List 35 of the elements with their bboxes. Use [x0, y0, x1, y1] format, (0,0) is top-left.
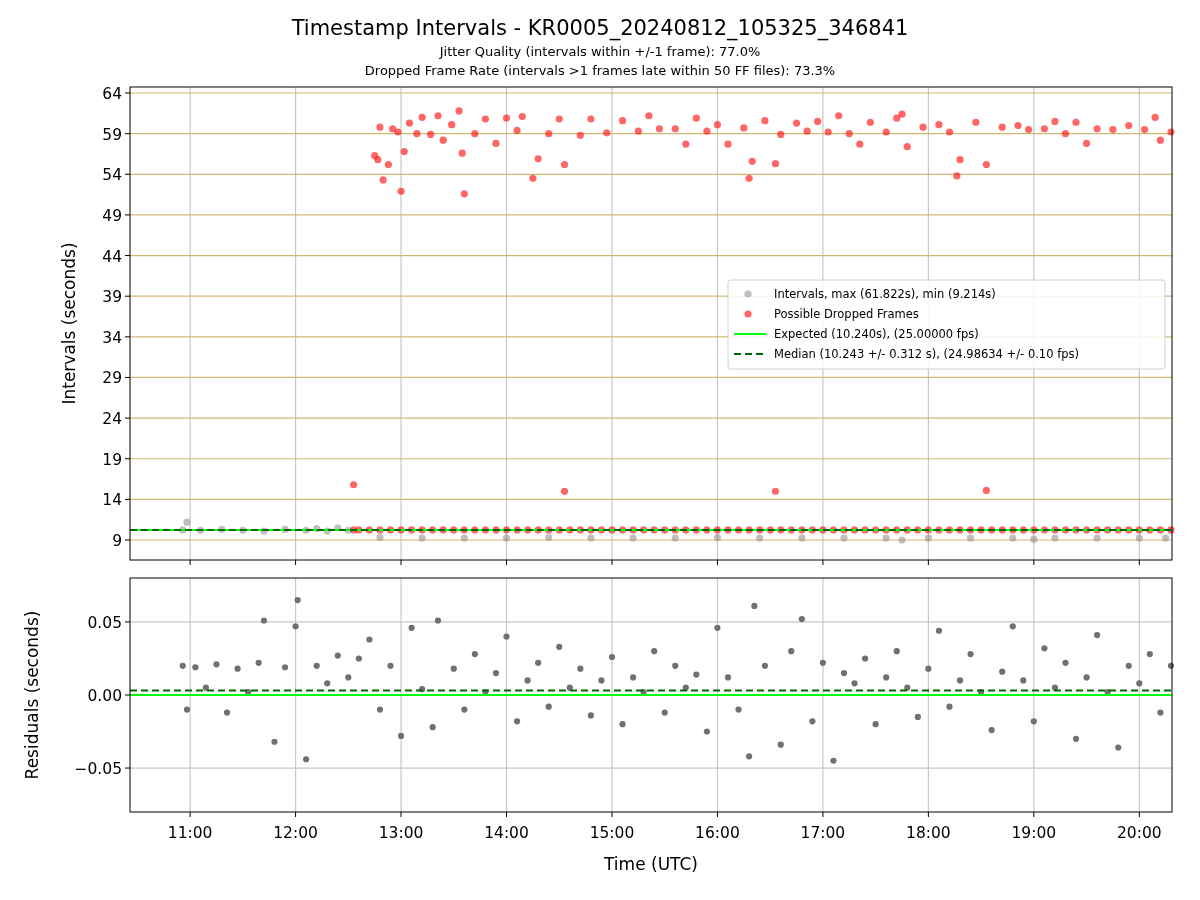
axis-tick-label: 39	[102, 288, 122, 307]
x-axis-label: Time (UTC)	[604, 854, 698, 874]
axis-tick-label: 44	[102, 247, 122, 266]
axis-tick-label: 0.05	[87, 613, 122, 632]
axis-tick-label: 29	[102, 369, 122, 388]
legend-label: Possible Dropped Frames	[774, 307, 919, 321]
legend-label: Median (10.243 +/- 0.312 s), (24.98634 +/- 0.10 fps)	[774, 347, 1079, 361]
axis-tick-label: 0.00	[87, 687, 122, 705]
figure-title: Timestamp Intervals - KR0005_20240812_105325_346841	[291, 15, 909, 42]
axis-tick-label: 64	[102, 85, 122, 103]
axis-tick-label: 14	[102, 491, 122, 510]
axis-tick-label: 14:00	[484, 824, 529, 842]
axis-tick-label: 16:00	[695, 824, 740, 842]
axis-tick-label: 17:00	[800, 824, 846, 842]
axis-tick-label: 18:00	[906, 824, 951, 842]
axis-tick-label: 11:00	[167, 824, 213, 842]
axis-tick-label: 20:00	[1116, 824, 1162, 842]
axis-tick-label: 15:00	[589, 824, 635, 842]
figure-subtitle: Jitter Quality (intervals within +/-1 frame): 77.0%	[439, 43, 761, 61]
axis-tick-label: 12:00	[273, 824, 318, 842]
axis-tick-label: 54	[102, 166, 122, 185]
y-axis-label: Residuals (seconds)	[22, 610, 42, 780]
axis-tick-label: 9	[112, 532, 122, 550]
figure-subtitle: Dropped Frame Rate (intervals >1 frames late within 50 FF files): 73.3%	[364, 62, 836, 80]
axis-tick-label: 19:00	[1011, 824, 1057, 842]
axis-tick-label: 34	[102, 328, 122, 347]
axis-tick-label: 59	[102, 125, 122, 144]
axis-tick-label: 13:00	[378, 824, 424, 842]
axis-tick-label: −0.05	[74, 760, 122, 779]
axis-tick-label: 49	[102, 206, 122, 225]
y-axis-label: Intervals (seconds)	[59, 242, 79, 405]
legend-label: Expected (10.240s), (25.00000 fps)	[774, 327, 979, 341]
axis-tick-label: 19	[102, 450, 122, 469]
axis-tick-label: 24	[102, 410, 122, 429]
legend-label: Intervals, max (61.822s), min (9.214s)	[774, 287, 996, 301]
